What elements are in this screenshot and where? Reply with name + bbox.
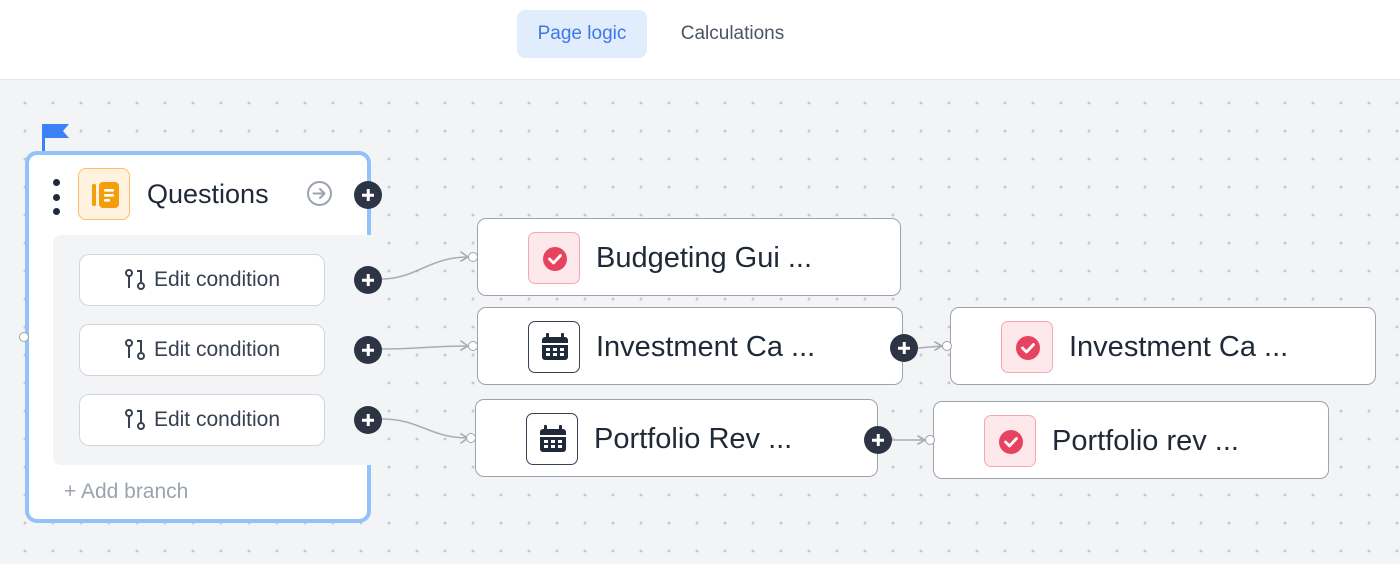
card-portfolio-review[interactable]: Portfolio Rev ... [475, 399, 878, 477]
card-portfolio-result[interactable]: Portfolio rev ... [933, 401, 1329, 479]
check-circle-icon [528, 232, 580, 284]
add-branch-target-button[interactable] [354, 406, 382, 434]
card-investment-calendar[interactable]: Investment Ca ... [477, 307, 903, 385]
input-port[interactable] [925, 435, 935, 445]
input-port[interactable] [19, 332, 29, 342]
card-investment-result[interactable]: Investment Ca ... [950, 307, 1376, 385]
start-flag-icon [42, 124, 69, 152]
add-next-button[interactable] [864, 426, 892, 454]
input-port[interactable] [468, 341, 478, 351]
edit-condition-button[interactable]: Edit condition [79, 254, 325, 306]
top-bar: Page logic Calculations [0, 0, 1400, 80]
card-label: Investment Ca ... [596, 331, 816, 363]
add-branch-target-button[interactable] [354, 336, 382, 364]
check-circle-icon [984, 415, 1036, 467]
card-label: Portfolio rev ... [1052, 425, 1239, 457]
edit-condition-button[interactable]: Edit condition [79, 394, 325, 446]
calendar-icon [526, 413, 578, 465]
input-port[interactable] [466, 433, 476, 443]
check-circle-icon [1001, 321, 1053, 373]
add-next-button[interactable] [890, 334, 918, 362]
branch-condition-icon [124, 409, 145, 430]
card-label: Portfolio Rev ... [594, 423, 793, 455]
card-budgeting-guide[interactable]: Budgeting Gui ... [477, 218, 901, 296]
condition-label: Edit condition [153, 408, 281, 431]
node-title: Questions [147, 179, 269, 209]
arrow-right-circle-icon[interactable] [306, 180, 333, 207]
input-port[interactable] [942, 341, 952, 351]
input-port[interactable] [468, 252, 478, 262]
card-label: Investment Ca ... [1069, 331, 1289, 363]
add-branch-target-button[interactable] [354, 266, 382, 294]
add-next-button[interactable] [354, 181, 382, 209]
edit-condition-button[interactable]: Edit condition [79, 324, 325, 376]
calendar-icon [528, 321, 580, 373]
tab-page-logic[interactable]: Page logic [517, 10, 647, 58]
branch-condition-icon [124, 339, 145, 360]
add-branch-link[interactable]: + Add branch [64, 480, 188, 504]
branch-list: Edit condition Edit condition Edit condi… [53, 235, 371, 465]
condition-label: Edit condition [153, 268, 281, 291]
document-list-icon [78, 168, 130, 220]
more-options-icon[interactable] [51, 179, 61, 215]
tab-calculations[interactable]: Calculations [660, 10, 805, 58]
questions-node[interactable]: Questions Edit condition Edit condition … [25, 151, 371, 523]
condition-label: Edit condition [153, 338, 281, 361]
card-label: Budgeting Gui ... [596, 242, 813, 274]
branch-condition-icon [124, 269, 145, 290]
